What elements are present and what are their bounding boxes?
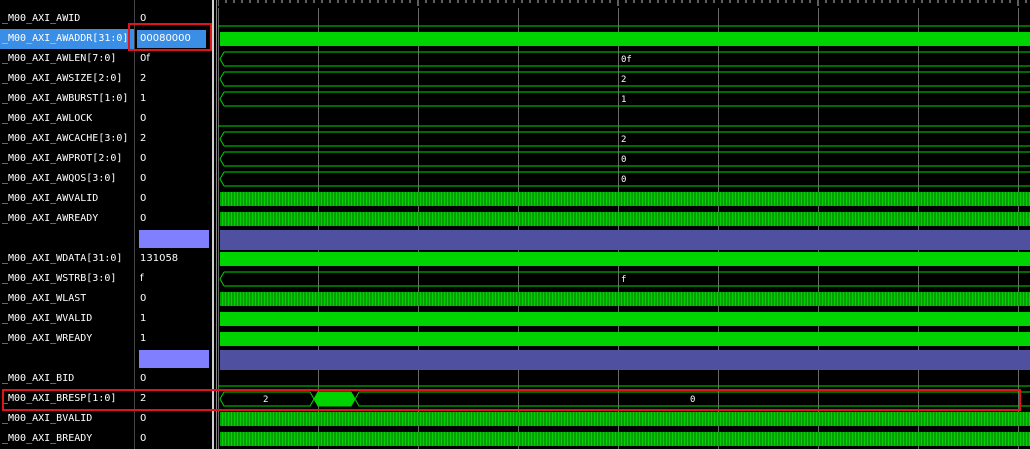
- signal-value-text: 0: [140, 213, 147, 224]
- bus-value-label: 0f: [621, 55, 632, 65]
- signal-name[interactable]: _M00_AXI_WREADY: [0, 329, 136, 349]
- signal-name[interactable]: _M00_AXI_AWADDR[31:0]: [0, 29, 136, 49]
- signal-name[interactable]: _M00_AXI_BID: [0, 369, 136, 389]
- signal-value-text: 0: [140, 433, 147, 444]
- signal-value-text: 0f: [140, 53, 150, 64]
- signal-value-text: 0: [140, 193, 147, 204]
- signal-value: 1: [135, 309, 218, 329]
- signal-name-pane: _M00_AXI_AWID _M00_AXI_AWADDR[31:0] _M00_A…: [0, 0, 136, 449]
- wave-_M00_AXI_WVALID: [220, 312, 1030, 326]
- signal-value-text: 0: [140, 413, 147, 424]
- bus-value-label: 1: [621, 95, 626, 105]
- highlight-box-bresp: [2, 389, 1021, 411]
- wave-_M00_AXI_AWPROT[2:0]: 0: [219, 151, 1030, 167]
- signal-value-text: 0: [140, 293, 147, 304]
- wave-_M00_AXI_AWCACHE[3:0]: 2: [219, 131, 1030, 147]
- signal-value: 131058: [135, 249, 218, 269]
- signal-value-text: 2: [140, 73, 147, 84]
- signal-value-text: 1: [140, 313, 147, 324]
- signal-value: 0: [135, 429, 218, 449]
- divider-marker: [139, 230, 209, 248]
- signal-name[interactable]: _M00_AXI_WVALID: [0, 309, 136, 329]
- signal-value: 0: [135, 409, 218, 429]
- signal-name[interactable]: _M00_AXI_WLAST: [0, 289, 136, 309]
- signal-name[interactable]: _M00_AXI_AWPROT[2:0]: [0, 149, 136, 169]
- signal-value: 0: [135, 109, 218, 129]
- signal-name[interactable]: _M00_AXI_AWREADY: [0, 209, 136, 229]
- signal-value: 1: [135, 329, 218, 349]
- signal-value: 0: [135, 149, 218, 169]
- signal-name[interactable]: _M00_AXI_BVALID: [0, 409, 136, 429]
- signal-name[interactable]: _M00_AXI_AWLOCK: [0, 109, 136, 129]
- wave-_M00_AXI_WDATA[31:0]: [220, 252, 1030, 266]
- signal-name[interactable]: _M00_AXI_BREADY: [0, 429, 136, 449]
- wave-_M00_AXI_WREADY: [220, 332, 1030, 346]
- divider-row-name[interactable]: [0, 229, 136, 249]
- bus-value-label: 0: [621, 155, 626, 165]
- signal-value: 0f: [135, 49, 218, 69]
- signal-value: 2: [135, 129, 218, 149]
- divider-marker: [139, 350, 209, 368]
- signal-value-text: 0: [140, 173, 147, 184]
- wave-divider: [220, 350, 1030, 370]
- signal-value: 2: [135, 69, 218, 89]
- pane-splitter[interactable]: [212, 0, 214, 449]
- wave-_M00_AXI_AWQOS[3:0]: 0: [219, 171, 1030, 187]
- wave-_M00_AXI_AWLEN[7:0]: 0f: [219, 51, 1030, 67]
- wave-_M00_AXI_AWREADY: [220, 212, 1030, 226]
- grid-lines: [218, 8, 1019, 449]
- signal-value-pane: 0 00080000 0f 2 1 0 2 0 0 0 0 131058 f 0 1 1 0 2 0 0: [134, 0, 213, 449]
- signal-name[interactable]: _M00_AXI_AWVALID: [0, 189, 136, 209]
- signal-name[interactable]: _M00_AXI_AWQOS[3:0]: [0, 169, 136, 189]
- signal-value-text: 0: [140, 373, 147, 384]
- signal-value: 0: [135, 209, 218, 229]
- wave-_M00_AXI_AWADDR[31:0]: [220, 32, 1030, 46]
- signal-name[interactable]: _M00_AXI_WSTRB[3:0]: [0, 269, 136, 289]
- bus-value-label: 0: [621, 175, 626, 185]
- wave-_M00_AXI_BREADY: [220, 432, 1030, 446]
- signal-value-text: 1: [140, 93, 147, 104]
- signal-value: 0: [135, 369, 218, 389]
- cursor-line: [216, 0, 217, 449]
- bus-value-label: 2: [621, 75, 626, 85]
- bus-value-label: 2: [621, 135, 626, 145]
- wave-_M00_AXI_AWVALID: [220, 192, 1030, 206]
- wave-_M00_AXI_AWSIZE[2:0]: 2: [219, 71, 1030, 87]
- signal-value-text: 1: [140, 333, 147, 344]
- signal-name[interactable]: _M00_AXI_AWSIZE[2:0]: [0, 69, 136, 89]
- time-ruler: [218, 0, 1027, 6]
- waveform-pane[interactable]: 0f21200f2 0: [218, 0, 1030, 449]
- signal-value: 0: [135, 189, 218, 209]
- signal-value: 1: [135, 89, 218, 109]
- wave-_M00_AXI_WLAST: [220, 292, 1030, 306]
- wave-_M00_AXI_BVALID: [220, 412, 1030, 426]
- signal-name[interactable]: _M00_AXI_AWID: [0, 9, 136, 29]
- divider-row-name[interactable]: [0, 349, 136, 369]
- bus-value-label: f: [621, 275, 626, 285]
- signal-value: f: [135, 269, 218, 289]
- signal-value: [135, 349, 218, 369]
- wave-_M00_AXI_WSTRB[3:0]: f: [219, 271, 1030, 287]
- signal-value-text: f: [140, 273, 144, 284]
- signal-value-text: 2: [140, 133, 147, 144]
- highlight-box-awaddr: [128, 23, 212, 51]
- signal-name[interactable]: _M00_AXI_AWLEN[7:0]: [0, 49, 136, 69]
- wave-_M00_AXI_AWBURST[1:0]: 1: [219, 91, 1030, 107]
- signal-name[interactable]: _M00_AXI_WDATA[31:0]: [0, 249, 136, 269]
- signal-value-text: 0: [140, 113, 147, 124]
- signal-name[interactable]: _M00_AXI_AWBURST[1:0]: [0, 89, 136, 109]
- signal-value-text: 131058: [140, 253, 179, 264]
- wave-divider: [220, 230, 1030, 250]
- signal-value: [135, 229, 218, 249]
- signal-value: 0: [135, 169, 218, 189]
- signal-value-text: 0: [140, 153, 147, 164]
- signal-name[interactable]: _M00_AXI_AWCACHE[3:0]: [0, 129, 136, 149]
- signal-value: 0: [135, 289, 218, 309]
